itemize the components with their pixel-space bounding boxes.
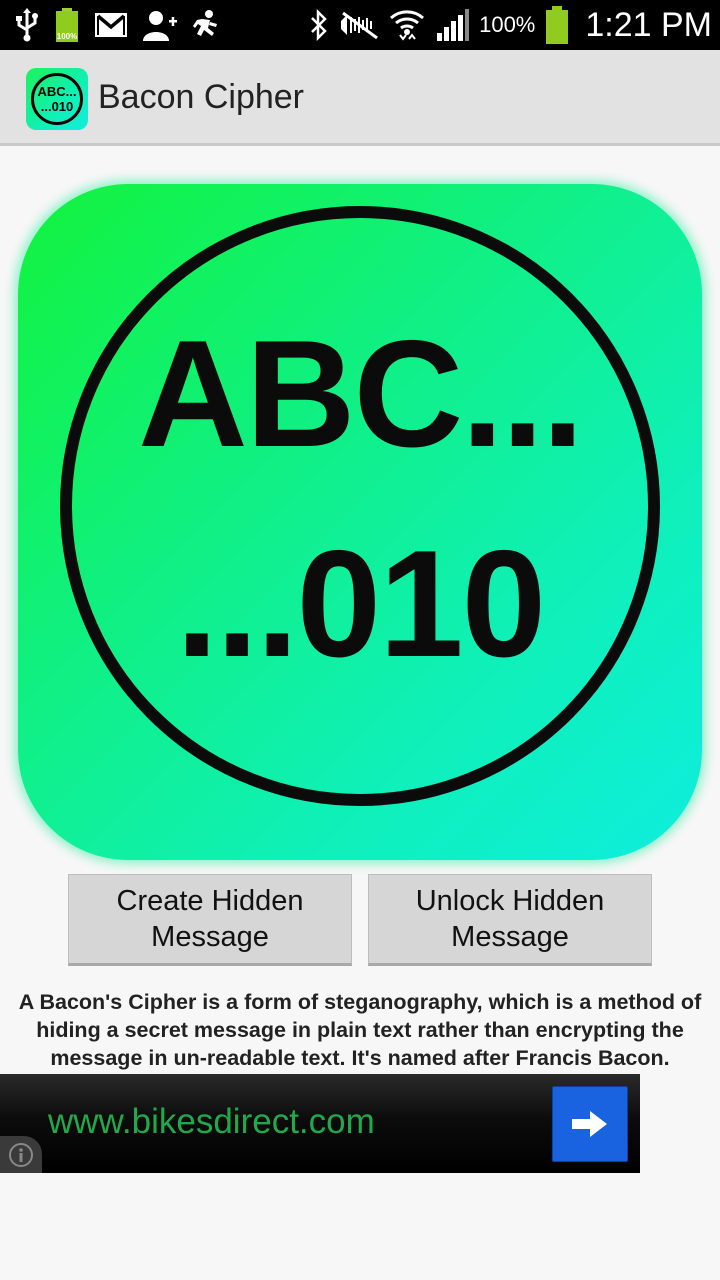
app-icon-line2: ...010: [40, 99, 74, 114]
battery-full-icon: 100%: [54, 8, 80, 42]
bluetooth-icon: [309, 9, 329, 41]
arrow-right-icon: [572, 1111, 607, 1137]
gmail-icon: [94, 12, 128, 38]
info-icon: [9, 1142, 33, 1167]
clock: 1:21 PM: [585, 5, 712, 44]
hero-logo-line1: ABC...: [138, 309, 584, 479]
system-icons: 100% 1:21 PM: [309, 0, 712, 50]
signal-icon: [435, 9, 470, 41]
hero-logo-ring: ABC... ...010: [60, 206, 660, 806]
app-icon-line1: ABC...: [37, 84, 77, 99]
hero-logo: ABC... ...010: [18, 184, 702, 860]
description-text: A Bacon's Cipher is a form of steganogra…: [18, 990, 702, 1070]
hero-logo-line2: ...010: [175, 519, 546, 689]
action-bar: ABC... ...010 Bacon Cipher: [0, 50, 720, 146]
app-icon[interactable]: ABC... ...010: [26, 68, 88, 130]
status-bar: 100% 100% 1:21 PM: [0, 0, 720, 50]
app-title: Bacon Cipher: [98, 78, 305, 116]
muted-icon: [339, 11, 379, 39]
usb-icon: [14, 8, 40, 42]
battery-icon: [545, 6, 569, 44]
wifi-icon: [389, 8, 425, 42]
create-hidden-message-button[interactable]: Create Hidden Message: [68, 874, 352, 966]
running-app-icon: [192, 9, 220, 41]
unlock-hidden-message-button[interactable]: Unlock Hidden Message: [368, 874, 652, 966]
add-contact-icon: [142, 9, 178, 41]
ad-go-button[interactable]: [552, 1086, 628, 1162]
ad-banner[interactable]: www.bikesdirect.com: [0, 1074, 640, 1173]
ad-info-button[interactable]: [0, 1136, 42, 1173]
ad-url[interactable]: www.bikesdirect.com: [48, 1102, 375, 1142]
app-icon-ring: ABC... ...010: [31, 73, 83, 125]
battery-percentage: 100%: [479, 12, 536, 37]
notification-icons: 100%: [14, 8, 220, 42]
battery-small-label: 100%: [56, 32, 78, 41]
